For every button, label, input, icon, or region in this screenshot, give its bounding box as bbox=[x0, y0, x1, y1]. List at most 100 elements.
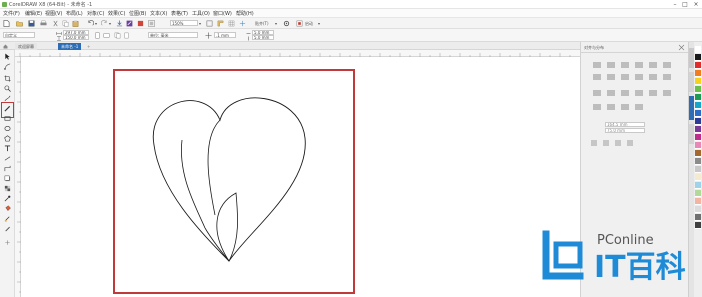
undo-icon[interactable] bbox=[87, 20, 94, 27]
interactive-fill-icon[interactable] bbox=[4, 205, 11, 212]
copy-icon[interactable] bbox=[62, 20, 69, 27]
new-document-icon[interactable] bbox=[3, 20, 10, 27]
color-eyedropper-icon[interactable] bbox=[4, 195, 11, 202]
all-pages-icon[interactable] bbox=[114, 32, 121, 39]
cut-icon[interactable] bbox=[52, 20, 59, 27]
tab-document[interactable]: 未命名 -1 bbox=[58, 43, 82, 50]
parallel-dimension-icon[interactable] bbox=[4, 155, 11, 162]
menu-layout[interactable]: 布局(L) bbox=[66, 10, 83, 17]
add-tool-icon[interactable] bbox=[4, 239, 11, 246]
guidelines-icon[interactable] bbox=[239, 20, 246, 27]
close-icon[interactable]: × bbox=[691, 0, 701, 9]
smart-fill-icon[interactable] bbox=[4, 215, 11, 222]
palette-swatch[interactable] bbox=[695, 110, 701, 117]
horizontal-ruler[interactable] bbox=[15, 50, 580, 57]
menu-file[interactable]: 文件(F) bbox=[3, 10, 20, 17]
palette-swatch[interactable] bbox=[695, 94, 701, 101]
units-select[interactable]: 单位: 毫米 bbox=[148, 32, 198, 38]
launch-menu[interactable]: 启动 bbox=[305, 21, 313, 27]
zoom-tool-icon[interactable] bbox=[4, 85, 11, 92]
menu-window[interactable]: 窗口(W) bbox=[213, 10, 232, 17]
zoom-dropdown-icon[interactable]: ▾ bbox=[199, 21, 201, 26]
palette-swatch[interactable] bbox=[695, 222, 701, 229]
distribute-options-icon[interactable] bbox=[591, 138, 671, 148]
menu-help[interactable]: 帮助(H) bbox=[236, 10, 254, 17]
palette-swatch[interactable] bbox=[695, 150, 701, 157]
menu-effects[interactable]: 效果(C) bbox=[108, 10, 125, 17]
palette-swatch[interactable] bbox=[695, 166, 701, 173]
connector-tool-icon[interactable] bbox=[4, 165, 11, 172]
app-launcher-icon[interactable] bbox=[148, 20, 155, 27]
current-page-icon[interactable] bbox=[123, 32, 130, 39]
full-screen-icon[interactable] bbox=[206, 20, 213, 27]
landscape-icon[interactable] bbox=[103, 32, 110, 39]
print-icon[interactable] bbox=[40, 20, 47, 27]
rulers-icon[interactable] bbox=[217, 20, 224, 27]
transparency-icon[interactable] bbox=[4, 185, 11, 192]
palette-swatch[interactable] bbox=[695, 118, 701, 125]
menu-table[interactable]: 表格(T) bbox=[171, 10, 188, 17]
palette-swatch[interactable] bbox=[695, 126, 701, 133]
snap-to-menu[interactable]: 贴齐(T) bbox=[255, 21, 269, 27]
palette-swatch[interactable] bbox=[695, 134, 701, 141]
palette-swatch[interactable] bbox=[695, 86, 701, 93]
pick-tool-icon[interactable] bbox=[4, 53, 11, 60]
menu-edit[interactable]: 编辑(E) bbox=[25, 10, 42, 17]
paste-icon[interactable] bbox=[72, 20, 79, 27]
maximize-icon[interactable]: □ bbox=[680, 0, 690, 9]
docker-close-icon[interactable] bbox=[678, 44, 685, 51]
docker-width-input[interactable]: 164.5 mm bbox=[605, 122, 645, 127]
crop-tool-icon[interactable] bbox=[4, 75, 11, 82]
tab-welcome[interactable]: 欢迎屏幕 bbox=[15, 43, 37, 50]
menu-object[interactable]: 对象(C) bbox=[87, 10, 104, 17]
export-icon[interactable] bbox=[126, 20, 133, 27]
palette-swatch[interactable] bbox=[695, 78, 701, 85]
palette-swatch[interactable] bbox=[695, 174, 701, 181]
menu-view[interactable]: 视图(V) bbox=[45, 10, 62, 17]
palette-swatch[interactable] bbox=[695, 70, 701, 77]
nudge-distance-input[interactable]: .1 mm bbox=[214, 32, 236, 38]
palette-swatch[interactable] bbox=[695, 182, 701, 189]
import-icon[interactable] bbox=[116, 20, 123, 27]
zoom-level-select[interactable]: 150% bbox=[170, 20, 198, 26]
redo-icon[interactable] bbox=[101, 20, 108, 27]
publish-pdf-icon[interactable] bbox=[137, 20, 144, 27]
text-tool-icon[interactable] bbox=[4, 145, 11, 152]
add-tab-icon[interactable]: + bbox=[86, 43, 91, 50]
palette-swatch[interactable] bbox=[695, 206, 701, 213]
grid-icon[interactable] bbox=[228, 20, 235, 27]
ellipse-tool-icon[interactable] bbox=[4, 125, 11, 132]
launch-dropdown-icon[interactable]: ▾ bbox=[318, 21, 320, 26]
palette-swatch[interactable] bbox=[695, 62, 701, 69]
save-icon[interactable] bbox=[28, 20, 35, 27]
rectangle-tool-icon[interactable] bbox=[4, 115, 11, 122]
shape-tool-icon[interactable] bbox=[4, 63, 11, 70]
drop-shadow-icon[interactable] bbox=[4, 175, 11, 182]
page-size-select[interactable]: 自定义 bbox=[3, 32, 35, 38]
palette-swatch[interactable] bbox=[695, 102, 701, 109]
menu-bitmaps[interactable]: 位图(B) bbox=[129, 10, 146, 17]
launch-icon[interactable] bbox=[296, 20, 303, 27]
palette-swatch[interactable] bbox=[695, 198, 701, 205]
align-options-icon[interactable] bbox=[591, 60, 681, 120]
duplicate-y-input[interactable]: 5.0 mm bbox=[252, 35, 274, 40]
outline-pen-icon[interactable] bbox=[4, 225, 11, 232]
tab-home-icon[interactable] bbox=[3, 44, 8, 49]
open-icon[interactable] bbox=[16, 20, 23, 27]
palette-swatch[interactable] bbox=[695, 214, 701, 221]
menu-tools[interactable]: 工具(O) bbox=[192, 10, 210, 17]
polygon-tool-icon[interactable] bbox=[4, 135, 11, 142]
palette-swatch[interactable] bbox=[695, 142, 701, 149]
minimize-icon[interactable]: – bbox=[670, 0, 680, 9]
undo-dropdown-icon[interactable]: ▾ bbox=[95, 21, 97, 26]
options-gear-icon[interactable] bbox=[283, 20, 290, 27]
portrait-icon[interactable] bbox=[94, 32, 101, 39]
freehand-tool-icon[interactable] bbox=[4, 95, 11, 102]
snap-dropdown-icon[interactable]: ▾ bbox=[275, 21, 277, 26]
menu-text[interactable]: 文本(X) bbox=[150, 10, 167, 17]
palette-swatch[interactable] bbox=[695, 158, 701, 165]
docker-height-input[interactable]: 75.0 mm bbox=[605, 128, 645, 133]
palette-swatch[interactable] bbox=[695, 54, 701, 61]
palette-swatch[interactable] bbox=[695, 46, 701, 53]
palette-swatch[interactable] bbox=[695, 190, 701, 197]
